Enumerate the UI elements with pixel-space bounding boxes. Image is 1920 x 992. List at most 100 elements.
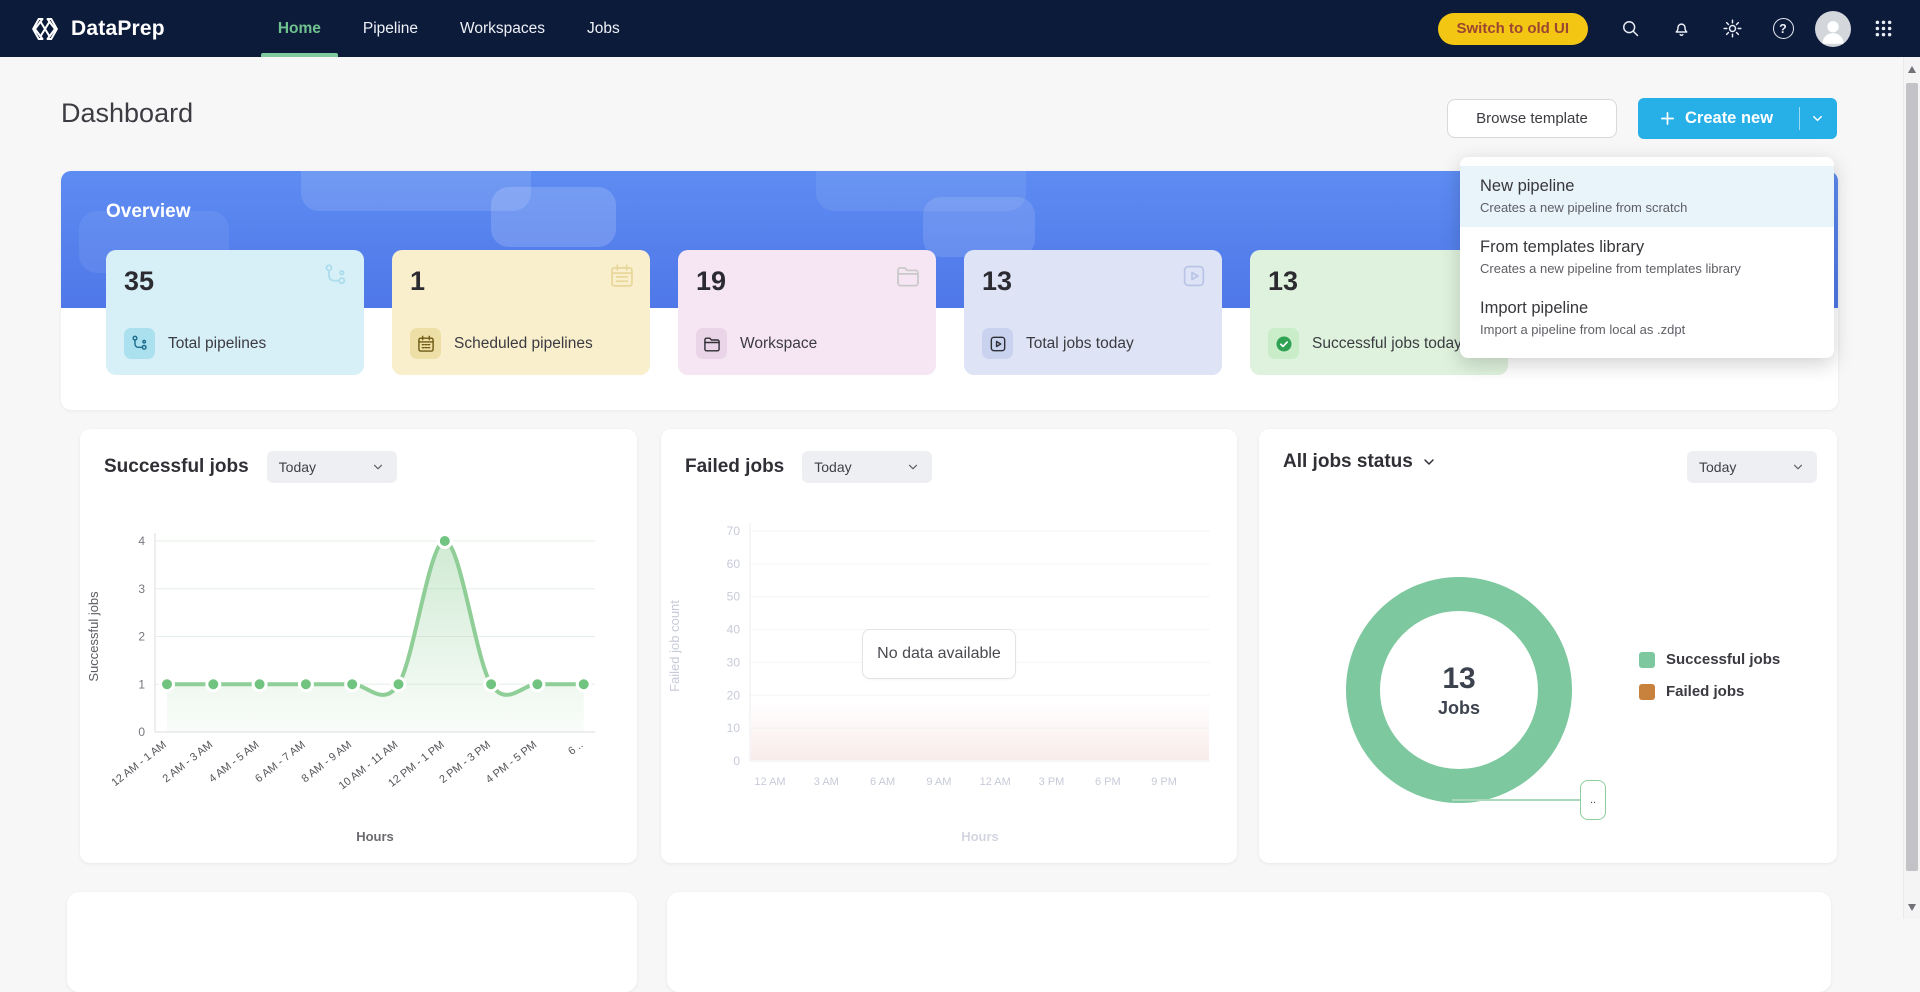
create-new-button[interactable]: Create new: [1638, 98, 1837, 139]
menu-item-description: Creates a new pipeline from scratch: [1480, 200, 1814, 215]
svg-text:70: 70: [727, 524, 741, 538]
svg-text:6 ..: 6 ..: [566, 739, 585, 758]
donut-center: 13 Jobs: [1346, 577, 1572, 803]
bottom-panel-left: [67, 892, 637, 992]
stat-label: Successful jobs today: [1312, 335, 1462, 353]
legend-item-successful[interactable]: Successful jobs: [1639, 651, 1780, 668]
scrollbar-down-arrow[interactable]: [1908, 904, 1916, 911]
nav-link-home[interactable]: Home: [261, 0, 338, 57]
svg-text:4: 4: [138, 534, 145, 548]
svg-text:10: 10: [727, 721, 741, 735]
legend-swatch: [1639, 684, 1655, 700]
svg-text:40: 40: [727, 623, 741, 637]
svg-text:50: 50: [727, 590, 741, 604]
svg-text:12 AM: 12 AM: [754, 776, 785, 788]
dataprep-logo-icon: [30, 14, 60, 44]
stat-value: 13: [982, 266, 1204, 297]
settings-gear-icon[interactable]: [1713, 10, 1751, 48]
menu-item-description: Creates a new pipeline from templates li…: [1480, 261, 1814, 276]
nav-link-pipeline[interactable]: Pipeline: [346, 0, 435, 57]
notifications-bell-icon[interactable]: [1662, 10, 1700, 48]
menu-item-new-pipeline[interactable]: New pipeline Creates a new pipeline from…: [1460, 166, 1834, 227]
pipeline-icon: [322, 262, 350, 295]
svg-text:60: 60: [727, 557, 741, 571]
chevron-down-icon[interactable]: [1810, 111, 1825, 126]
pipeline-icon: [124, 328, 155, 359]
panel-title: Failed jobs: [685, 456, 784, 478]
select-value: Today: [1699, 459, 1736, 475]
svg-text:3: 3: [138, 582, 145, 596]
svg-text:12 AM - 1 AM: 12 AM - 1 AM: [109, 739, 168, 789]
nav-links: Home Pipeline Workspaces Jobs: [257, 0, 641, 57]
media-play-icon: [1180, 262, 1208, 295]
svg-text:4 PM - 5 PM: 4 PM - 5 PM: [484, 739, 540, 786]
stat-card-total-jobs-today[interactable]: 13 Total jobs today: [964, 250, 1222, 375]
banner-decoration: [923, 197, 1035, 257]
svg-text:6 AM: 6 AM: [870, 776, 895, 788]
menu-item-import-pipeline[interactable]: Import pipeline Import a pipeline from l…: [1460, 288, 1834, 349]
bottom-panel-right: [667, 892, 1831, 992]
svg-text:2: 2: [138, 630, 145, 644]
vertical-scrollbar[interactable]: [1903, 57, 1920, 919]
all-jobs-status-panel: All jobs status Today 13 Jobs Successful…: [1259, 429, 1837, 863]
successful-jobs-chart: 0123412 AM - 1 AM2 AM - 3 AM4 AM - 5 AM6…: [80, 513, 620, 868]
menu-item-title: New pipeline: [1480, 177, 1814, 196]
calendar-icon: [608, 262, 636, 295]
user-avatar[interactable]: [1815, 11, 1851, 47]
brand-name: DataPrep: [71, 17, 165, 41]
stat-card-workspace[interactable]: 19 Workspace: [678, 250, 936, 375]
svg-text:3 AM: 3 AM: [814, 776, 839, 788]
svg-text:0: 0: [733, 754, 740, 768]
stat-value: 13: [1268, 266, 1490, 297]
nav-link-workspaces[interactable]: Workspaces: [443, 0, 562, 57]
stat-card-total-pipelines[interactable]: 35 Total pipelines: [106, 250, 364, 375]
failed-jobs-panel: Failed jobs Today 01020304050607012 AM3 …: [661, 429, 1237, 863]
stat-label: Total jobs today: [1026, 335, 1134, 353]
plus-icon: [1659, 110, 1676, 127]
chevron-down-icon: [1421, 454, 1437, 470]
stat-value: 35: [124, 266, 346, 297]
nav-link-jobs[interactable]: Jobs: [570, 0, 637, 57]
svg-text:Successful jobs: Successful jobs: [86, 591, 101, 682]
search-icon[interactable]: [1611, 10, 1649, 48]
legend-label: Failed jobs: [1666, 683, 1744, 700]
stat-value: 1: [410, 266, 632, 297]
apps-grid-icon[interactable]: [1864, 10, 1902, 48]
svg-text:Failed job count: Failed job count: [667, 600, 682, 692]
donut-total-value: 13: [1442, 662, 1475, 696]
svg-text:3 PM: 3 PM: [1039, 776, 1065, 788]
all-jobs-filter-select[interactable]: Today: [1687, 451, 1817, 483]
brand[interactable]: DataPrep: [30, 14, 165, 44]
failed-jobs-filter-select[interactable]: Today: [802, 451, 932, 483]
svg-text:6 AM - 7 AM: 6 AM - 7 AM: [253, 739, 308, 785]
successful-jobs-filter-select[interactable]: Today: [267, 451, 397, 483]
calendar-icon: [410, 328, 441, 359]
scrollbar-thumb[interactable]: [1906, 83, 1918, 871]
nav-right: Switch to old UI ?: [1438, 10, 1903, 48]
no-data-message: No data available: [862, 629, 1016, 679]
svg-text:Hours: Hours: [961, 829, 999, 844]
donut-callout[interactable]: ..: [1580, 780, 1606, 820]
select-value: Today: [814, 459, 851, 475]
stat-label: Total pipelines: [168, 335, 266, 353]
panel-title[interactable]: All jobs status: [1283, 451, 1437, 473]
successful-jobs-panel: Successful jobs Today 0123412 AM - 1 AM2…: [80, 429, 637, 863]
banner-decoration: [491, 187, 616, 247]
stat-value: 19: [696, 266, 918, 297]
scrollbar-up-arrow[interactable]: [1908, 66, 1916, 73]
svg-text:2 AM - 3 AM: 2 AM - 3 AM: [161, 739, 216, 785]
panel-title: Successful jobs: [104, 456, 249, 478]
help-icon[interactable]: ?: [1764, 10, 1802, 48]
menu-item-from-templates-library[interactable]: From templates library Creates a new pip…: [1460, 227, 1834, 288]
stat-label: Scheduled pipelines: [454, 335, 593, 353]
donut-total-label: Jobs: [1438, 698, 1480, 719]
media-play-icon: [982, 328, 1013, 359]
browse-template-button[interactable]: Browse template: [1447, 99, 1617, 138]
dashboard-page: Dashboard Browse template Create new Ove…: [0, 57, 1920, 919]
switch-to-old-ui-button[interactable]: Switch to old UI: [1438, 13, 1589, 45]
stat-card-scheduled-pipelines[interactable]: 1 Scheduled pipelines: [392, 250, 650, 375]
panel-title-label: All jobs status: [1283, 451, 1413, 473]
legend-item-failed[interactable]: Failed jobs: [1639, 683, 1780, 700]
folder-icon: [894, 262, 922, 295]
svg-text:12 AM: 12 AM: [980, 776, 1011, 788]
